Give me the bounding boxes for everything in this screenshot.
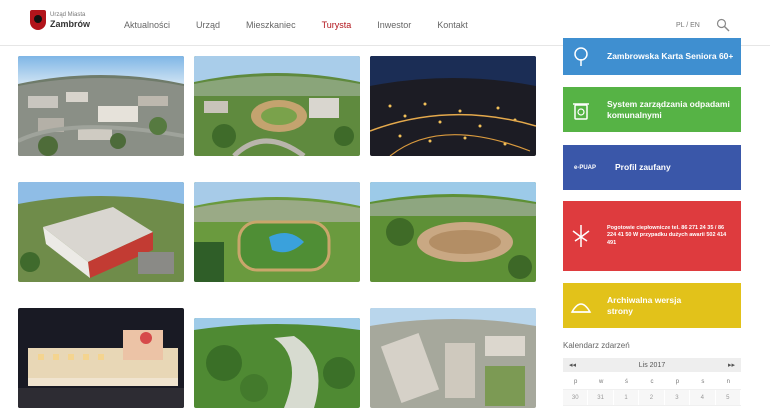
gallery-photo-4[interactable] bbox=[18, 182, 184, 282]
gallery-photo-6[interactable] bbox=[370, 182, 536, 282]
calendar-day[interactable]: 2 bbox=[639, 390, 665, 405]
calendar-day[interactable]: 3 bbox=[664, 390, 691, 405]
heating-emergency-button[interactable]: Pogotowie ciepłownicze tel. 86 271 24 35… bbox=[563, 201, 741, 271]
calendar-next-button[interactable]: ▸▸ bbox=[728, 361, 735, 369]
site-logo[interactable]: Urząd Miasta Zambrów bbox=[30, 10, 90, 30]
language-switcher[interactable]: PL / EN bbox=[676, 22, 700, 29]
nav-item-aktualnosci[interactable]: Aktualności bbox=[124, 20, 170, 30]
logo-title: Zambrów bbox=[50, 19, 91, 29]
weekday-label: ś bbox=[625, 378, 629, 385]
archive-version-button[interactable]: Archiwalna wersja strony bbox=[563, 283, 741, 328]
waste-system-button[interactable]: System zarządzania odpadami komunalnymi bbox=[563, 87, 741, 132]
calendar-header: ◂◂ Lis 2017 ▸▸ bbox=[563, 358, 741, 372]
main-nav: Aktualności Urząd Mieszkaniec Turysta In… bbox=[124, 20, 468, 30]
weekday-label: s bbox=[701, 378, 705, 385]
calendar-weekdays: p w ś c p s n bbox=[563, 374, 741, 390]
gallery-photo-3[interactable] bbox=[370, 56, 536, 156]
weekday-label: p bbox=[574, 378, 578, 385]
tree-icon bbox=[563, 34, 599, 79]
gallery-photo-5[interactable] bbox=[194, 182, 360, 282]
gallery-photo-7[interactable] bbox=[18, 308, 184, 408]
calendar-grid: p w ś c p s n 30 31 1 2 3 4 5 bbox=[563, 374, 741, 406]
nav-item-mieszkaniec[interactable]: Mieszkaniec bbox=[246, 20, 296, 30]
calendar-title: Kalendarz zdarzeń bbox=[563, 341, 630, 350]
calendar-prev-button[interactable]: ◂◂ bbox=[569, 361, 576, 369]
gallery-photo-2[interactable] bbox=[194, 56, 360, 156]
nav-item-urzad[interactable]: Urząd bbox=[196, 20, 220, 30]
calendar-week-row: 30 31 1 2 3 4 5 bbox=[563, 390, 741, 406]
weekday-label: n bbox=[726, 378, 730, 385]
senior-card-button[interactable]: Zambrowska Karta Seniora 60+ bbox=[563, 38, 741, 75]
weekday-label: w bbox=[598, 378, 604, 385]
trusted-profile-label: Profil zaufany bbox=[615, 162, 671, 172]
calendar-day[interactable]: 1 bbox=[613, 390, 640, 405]
heating-emergency-label: Pogotowie ciepłownicze tel. 86 271 24 35… bbox=[607, 224, 727, 246]
epuap-icon: e-PUAP bbox=[573, 164, 596, 171]
archive-version-label: Archiwalna wersja strony bbox=[607, 294, 682, 316]
coat-of-arms-icon bbox=[30, 10, 46, 30]
nav-item-inwestor[interactable]: Inwestor bbox=[377, 20, 411, 30]
senior-card-label: Zambrowska Karta Seniora 60+ bbox=[607, 51, 734, 61]
calendar-day[interactable]: 5 bbox=[715, 390, 741, 405]
weekday-label: p bbox=[675, 378, 680, 385]
gallery-photo-1[interactable] bbox=[18, 56, 184, 156]
calendar-day[interactable]: 30 bbox=[563, 390, 589, 405]
waste-system-label: System zarządzania odpadami komunalnymi bbox=[607, 98, 730, 120]
archive-icon bbox=[563, 283, 599, 328]
trusted-profile-button[interactable]: e-PUAP Profil zaufany bbox=[563, 145, 741, 190]
recycle-bin-icon bbox=[563, 87, 599, 132]
gallery-photo-9[interactable] bbox=[370, 308, 536, 408]
calendar-day[interactable]: 4 bbox=[690, 390, 716, 405]
calendar-day[interactable]: 31 bbox=[588, 390, 614, 405]
radiator-icon bbox=[563, 201, 599, 271]
nav-item-kontakt[interactable]: Kontakt bbox=[437, 20, 468, 30]
gallery-photo-8[interactable] bbox=[194, 318, 360, 408]
nav-item-turysta[interactable]: Turysta bbox=[322, 20, 352, 30]
calendar-month: Lis 2017 bbox=[638, 361, 666, 369]
search-icon[interactable] bbox=[716, 18, 730, 32]
weekday-label: c bbox=[650, 378, 654, 385]
